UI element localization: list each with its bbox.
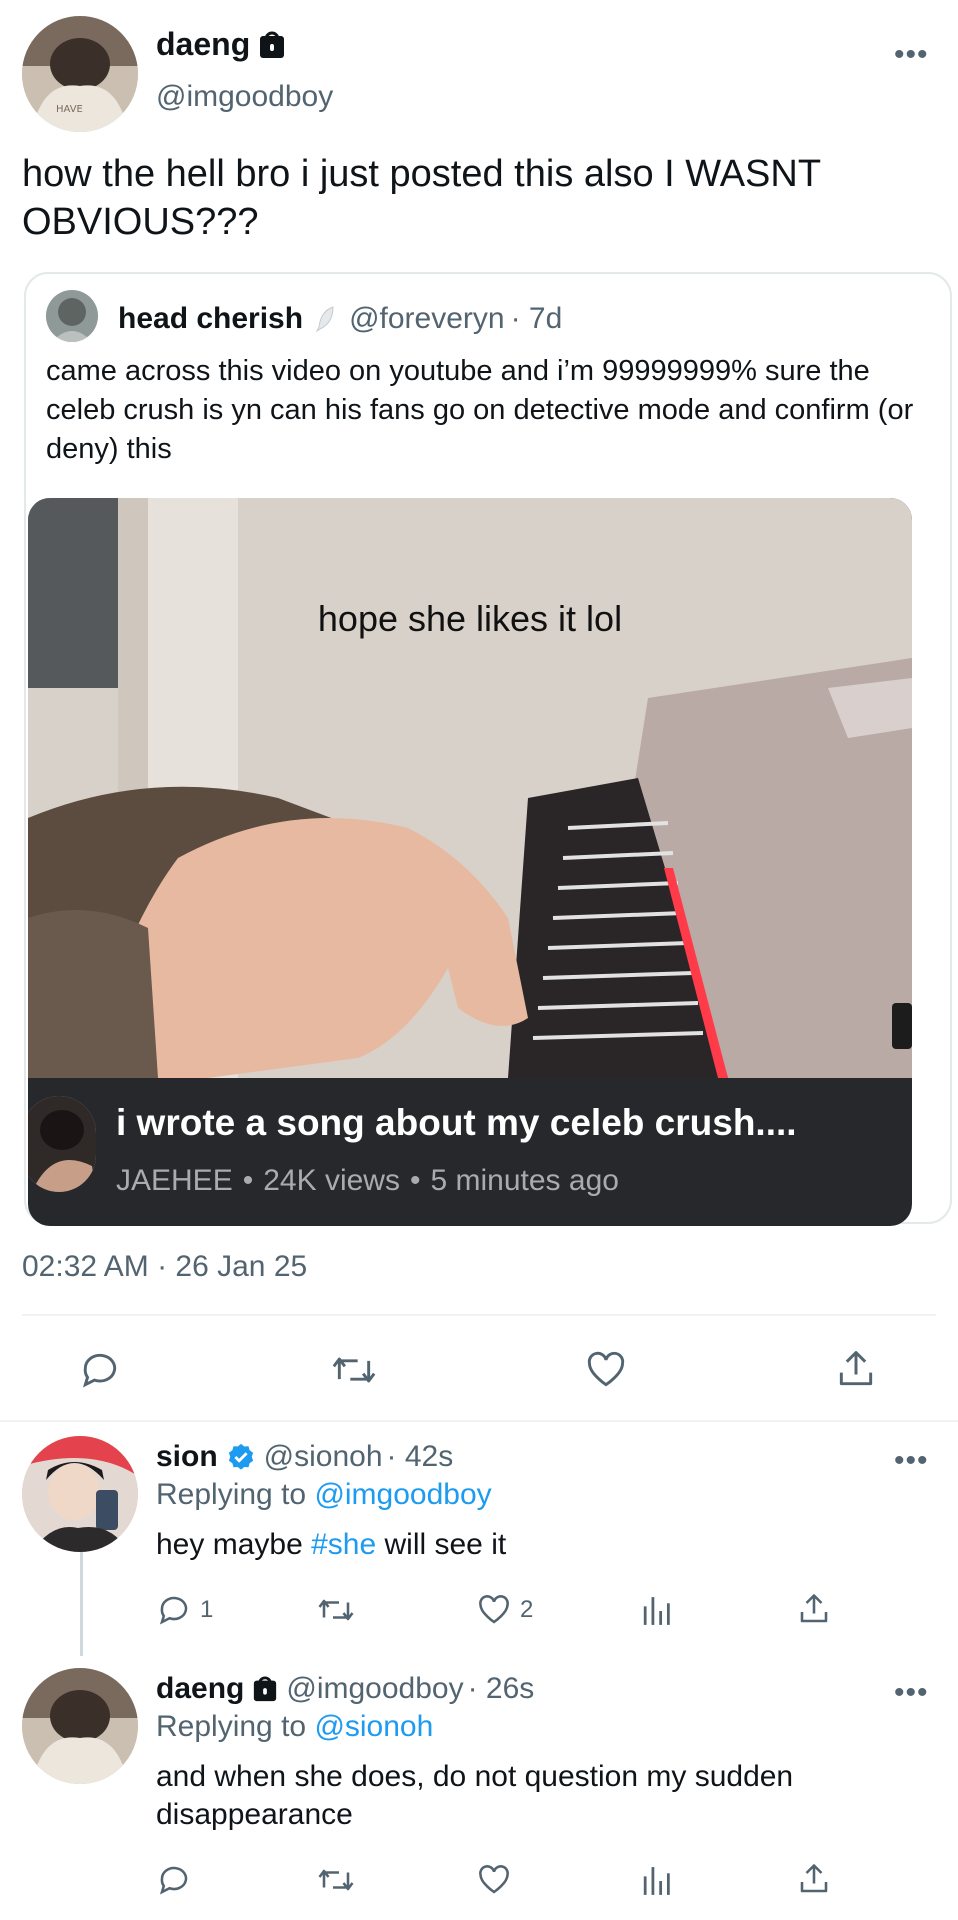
thread-line <box>80 1552 83 1656</box>
reply-button[interactable] <box>156 1862 192 1898</box>
video-title[interactable]: i wrote a song about my celeb crush.... <box>116 1102 797 1144</box>
more-options-icon[interactable]: ••• <box>894 40 929 70</box>
svg-text:HAVE: HAVE <box>56 104 83 115</box>
retweet-icon <box>318 1869 354 1891</box>
reply-author-handle[interactable]: @imgoodboy <box>286 1672 463 1706</box>
like-button[interactable] <box>584 1348 628 1392</box>
replying-to-link[interactable]: @imgoodboy <box>314 1478 491 1511</box>
like-count: 2 <box>520 1596 534 1623</box>
reply-author-handle[interactable]: @sionoh <box>264 1440 383 1474</box>
replying-prefix: Replying to <box>156 1478 307 1511</box>
channel-avatar[interactable] <box>28 1096 96 1192</box>
heart-icon <box>479 1865 509 1894</box>
reply-age: · 26s <box>467 1672 535 1705</box>
meta-separator: • <box>242 1164 254 1197</box>
video-meta: JAEHEE • 24K views • 5 minutes ago <box>116 1164 619 1198</box>
reply-text: and when she does, do not question my su… <box>156 1760 794 1831</box>
video-caption-overlay: hope she likes it lol <box>317 598 623 639</box>
hashtag-link[interactable]: #she <box>311 1528 376 1561</box>
replying-to-link[interactable]: @sionoh <box>314 1710 433 1743</box>
analytics-icon <box>643 1867 670 1895</box>
divider <box>22 1314 936 1316</box>
author-handle[interactable]: @imgoodboy <box>156 80 333 114</box>
replying-to: Replying to @sionoh <box>156 1710 433 1744</box>
reply-icon <box>159 1866 188 1895</box>
quote-author-handle[interactable]: @foreveryn <box>349 302 505 336</box>
meta-separator: • <box>409 1164 421 1197</box>
reply-age: · 42s <box>386 1440 454 1473</box>
more-options-icon[interactable]: ••• <box>894 1446 929 1476</box>
view-count: 24K views <box>263 1164 400 1197</box>
avatar-image: HAVE <box>22 16 138 132</box>
quote-avatar[interactable] <box>46 290 98 342</box>
video-card[interactable]: hope she likes it lol i wrote a song abo… <box>28 498 912 1226</box>
analytics-button[interactable] <box>640 1864 672 1898</box>
upload-time: 5 minutes ago <box>430 1164 619 1197</box>
quote-age: · 7d <box>510 302 563 335</box>
divider <box>0 1420 958 1422</box>
share-icon <box>839 1351 873 1386</box>
replying-to: Replying to @imgoodboy <box>156 1478 492 1512</box>
tweet-timestamp[interactable]: 02:32 AM · 26 Jan 25 <box>22 1250 307 1284</box>
channel-name[interactable]: JAEHEE <box>116 1164 233 1198</box>
retweet-icon <box>332 1357 376 1383</box>
retweet-button[interactable] <box>316 1592 356 1628</box>
replying-prefix: Replying to <box>156 1710 307 1743</box>
tweet-text: how the hell bro i just posted this also… <box>22 153 821 243</box>
reply-icon <box>159 1596 188 1625</box>
lock-icon <box>258 30 286 60</box>
quote-author-name[interactable]: head cherish <box>118 302 303 336</box>
reply-text-part: hey maybe <box>156 1528 312 1561</box>
reply-button[interactable]: 1 <box>156 1592 213 1628</box>
feather-icon <box>315 305 337 333</box>
reply-avatar[interactable] <box>22 1436 138 1552</box>
reply-text: hey maybe #she will see it <box>156 1528 506 1562</box>
video-thumbnail[interactable] <box>28 498 912 1078</box>
author-name[interactable]: daeng <box>156 26 250 63</box>
retweet-button[interactable] <box>316 1862 356 1898</box>
analytics-icon <box>643 1597 670 1625</box>
reply-button[interactable] <box>78 1348 122 1392</box>
analytics-button[interactable] <box>640 1594 672 1628</box>
share-icon <box>800 1864 828 1893</box>
share-icon <box>800 1594 828 1623</box>
reply-avatar[interactable] <box>22 1668 138 1784</box>
quote-text: came across this video on youtube and i’… <box>46 355 914 465</box>
like-button[interactable] <box>476 1862 512 1898</box>
more-options-icon[interactable]: ••• <box>894 1678 929 1708</box>
reply-count: 1 <box>200 1596 214 1623</box>
heart-icon <box>479 1595 509 1624</box>
avatar[interactable]: HAVE <box>22 16 138 132</box>
share-button[interactable] <box>796 1590 832 1628</box>
lock-icon <box>252 1675 278 1703</box>
reply-text-part: will see it <box>376 1528 507 1561</box>
retweet-button[interactable] <box>330 1348 378 1392</box>
share-button[interactable] <box>796 1860 832 1898</box>
reply-icon <box>82 1353 117 1388</box>
reply-author-name[interactable]: daeng <box>156 1672 244 1706</box>
reply-author-name[interactable]: sion <box>156 1440 218 1474</box>
verified-badge-icon <box>226 1442 256 1472</box>
heart-icon <box>587 1351 625 1387</box>
share-button[interactable] <box>834 1346 878 1392</box>
retweet-icon <box>318 1599 354 1621</box>
like-button[interactable]: 2 <box>476 1592 533 1628</box>
